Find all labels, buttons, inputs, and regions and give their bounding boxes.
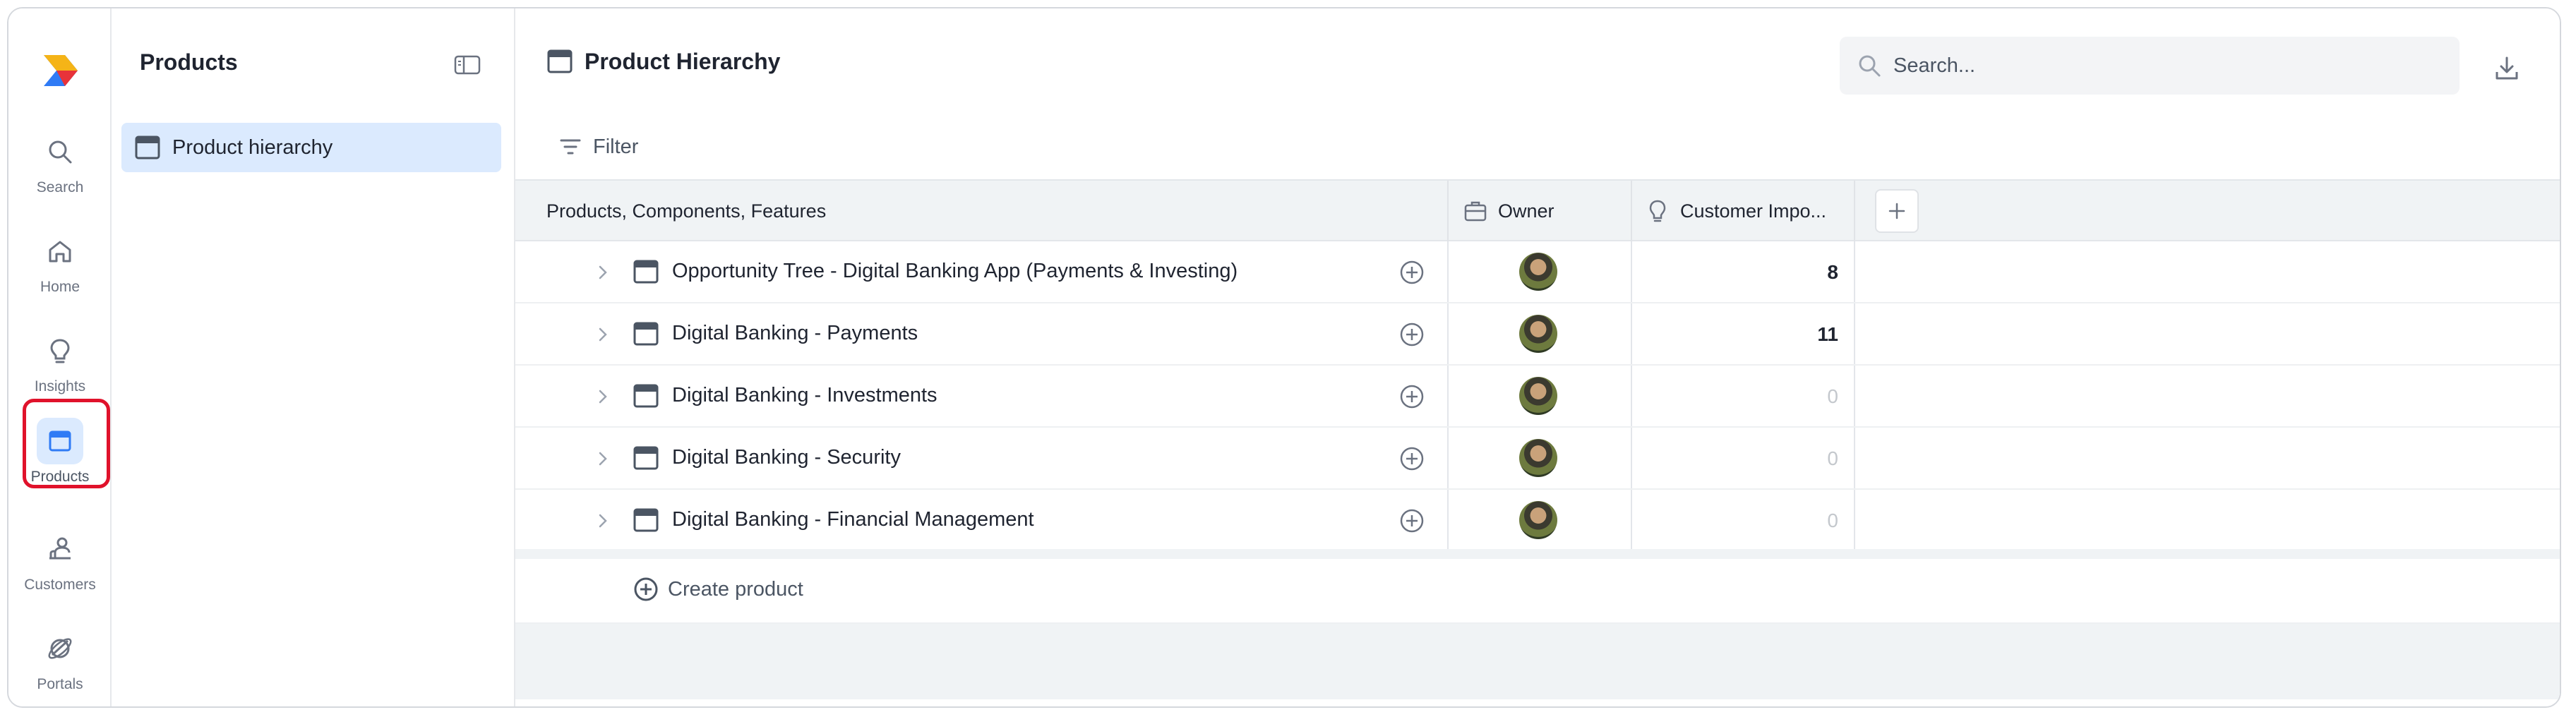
chevron-right-icon[interactable] (593, 387, 613, 406)
rail-item-label: Customers (24, 577, 96, 593)
product-window-icon (633, 260, 659, 284)
app-window: Search Home Insights Products Customers … (7, 7, 2561, 708)
table-row[interactable]: Digital Banking - Payments 11 (515, 303, 2560, 366)
row-name[interactable]: Digital Banking - Investments (672, 384, 937, 407)
add-column-button[interactable] (1875, 189, 1919, 233)
filter-icon (560, 139, 581, 155)
owner-avatar[interactable] (1519, 377, 1557, 415)
page-header: Product Hierarchy (546, 48, 780, 75)
rail-item-insights[interactable]: Insights (8, 327, 112, 412)
rail-item-label: Home (40, 279, 80, 295)
download-icon[interactable] (2492, 54, 2522, 83)
create-product-row: Create product (515, 559, 2560, 624)
product-window-icon (633, 322, 659, 346)
add-child-icon[interactable] (1398, 445, 1426, 473)
rail-item-portals[interactable]: Portals (8, 625, 112, 706)
sidebar-item-product-hierarchy[interactable]: Product hierarchy (121, 123, 501, 172)
search-input[interactable] (1893, 54, 2430, 78)
product-window-icon (37, 418, 83, 464)
rail-item-products[interactable]: Products (8, 418, 112, 502)
search-icon (37, 128, 83, 175)
briefcase-icon (1464, 201, 1487, 222)
product-window-icon (633, 384, 659, 408)
product-window-icon (633, 508, 659, 532)
rail-item-label: Portals (37, 676, 83, 692)
add-child-icon[interactable] (1398, 258, 1426, 287)
collapse-sidebar-icon[interactable] (453, 54, 481, 76)
column-header-label: Owner (1498, 200, 1554, 222)
add-child-icon[interactable] (1398, 507, 1426, 535)
owner-avatar[interactable] (1519, 315, 1557, 353)
plus-circle-icon (634, 577, 658, 601)
product-window-icon (547, 49, 573, 73)
grid-header: Products, Components, Features Owner Cus… (515, 179, 2560, 241)
main-content: Product Hierarchy Filter Produ (515, 8, 2560, 706)
product-window-icon (633, 446, 659, 470)
column-header-owner[interactable]: Owner (1463, 181, 1554, 241)
lightbulb-icon (1649, 200, 1666, 222)
column-divider[interactable] (1447, 181, 1449, 241)
lightbulb-icon (37, 327, 83, 374)
column-divider[interactable] (1854, 181, 1855, 241)
filter-label: Filter (593, 135, 639, 158)
column-header-label: Customer Impo... (1680, 200, 1827, 222)
owner-avatar[interactable] (1519, 501, 1557, 539)
column-header-customer-impact[interactable]: Customer Impo... (1645, 181, 1826, 241)
column-divider[interactable] (1631, 181, 1632, 241)
rail-item-label: Search (36, 179, 84, 195)
owner-avatar[interactable] (1519, 253, 1557, 291)
customer-impact-value: 0 (1827, 447, 1838, 469)
rail-item-home[interactable]: Home (8, 228, 112, 313)
rail-item-label: Insights (34, 378, 86, 394)
row-name[interactable]: Digital Banking - Financial Management (672, 508, 1034, 531)
chevron-right-icon[interactable] (593, 449, 613, 469)
rail-item-customers[interactable]: Customers (8, 526, 112, 610)
row-name[interactable]: Digital Banking - Security (672, 446, 901, 469)
plus-icon (1888, 203, 1905, 219)
create-product-button[interactable]: Create product (633, 576, 803, 603)
product-window-icon (135, 135, 160, 159)
sidebar-item-label: Product hierarchy (172, 135, 333, 159)
home-icon (37, 228, 83, 275)
row-name[interactable]: Digital Banking - Payments (672, 322, 918, 345)
filter-button[interactable]: Filter (558, 134, 638, 159)
column-header-label: Products, Components, Features (546, 200, 827, 222)
column-header-name[interactable]: Products, Components, Features (546, 181, 826, 241)
customer-impact-value: 11 (1817, 323, 1838, 345)
rail-item-search[interactable]: Search (8, 128, 112, 213)
table-row[interactable]: Digital Banking - Financial Management 0 (515, 490, 2560, 552)
customer-impact-value: 0 (1827, 385, 1838, 407)
customers-icon (37, 526, 83, 572)
table-row[interactable]: Digital Banking - Investments 0 (515, 366, 2560, 428)
page-title: Product Hierarchy (585, 48, 781, 74)
icon-rail: Search Home Insights Products Customers … (8, 8, 112, 706)
rail-item-label: Products (30, 469, 90, 485)
chevron-right-icon[interactable] (593, 511, 613, 531)
chevron-right-icon[interactable] (593, 263, 613, 282)
products-sidebar: Products Product hierarchy (112, 8, 515, 706)
chevron-right-icon[interactable] (593, 325, 613, 344)
app-logo-icon[interactable] (41, 51, 80, 90)
hierarchy-grid: Products, Components, Features Owner Cus… (515, 179, 2560, 699)
table-row[interactable]: Digital Banking - Security 0 (515, 428, 2560, 490)
add-child-icon[interactable] (1398, 320, 1426, 349)
portals-icon (37, 625, 83, 672)
customer-impact-value: 8 (1827, 261, 1838, 283)
search-icon (1859, 55, 1881, 77)
customer-impact-value: 0 (1827, 510, 1838, 531)
grid-separator (515, 549, 2560, 559)
search-box[interactable] (1840, 37, 2460, 95)
owner-avatar[interactable] (1519, 439, 1557, 477)
add-child-icon[interactable] (1398, 382, 1426, 411)
sidebar-title: Products (140, 49, 238, 75)
create-product-label: Create product (668, 577, 803, 601)
table-row[interactable]: Opportunity Tree - Digital Banking App (… (515, 241, 2560, 303)
grid-body: Opportunity Tree - Digital Banking App (… (515, 241, 2560, 552)
row-name[interactable]: Opportunity Tree - Digital Banking App (… (672, 260, 1238, 283)
